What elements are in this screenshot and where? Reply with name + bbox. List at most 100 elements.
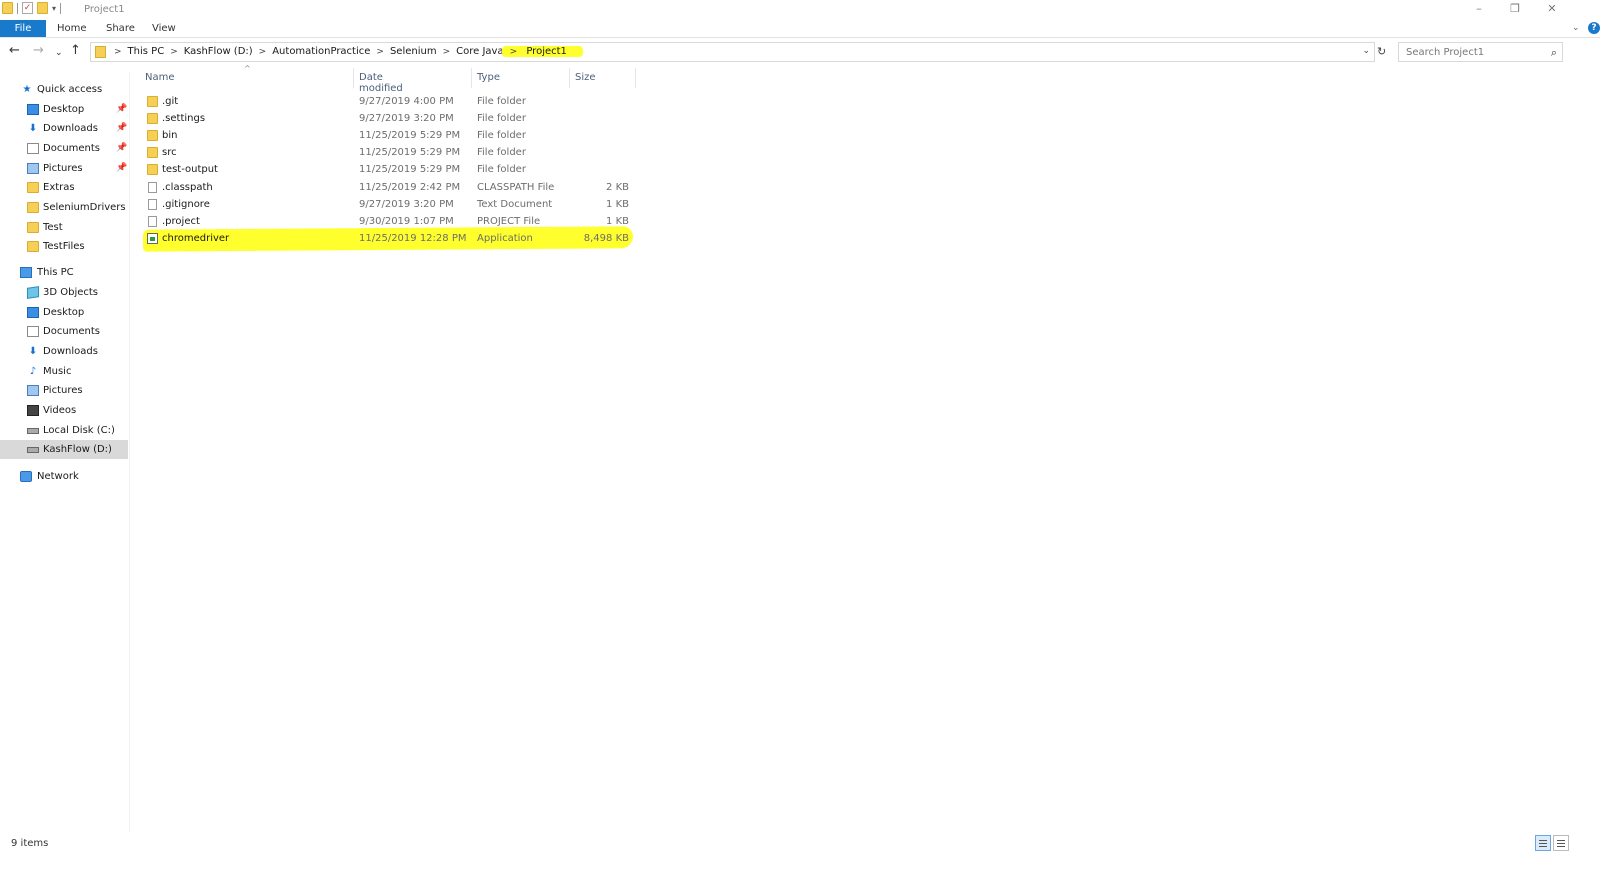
sidebar-item-label: Videos [43, 405, 77, 416]
file-name: .gitignore [162, 199, 210, 210]
sidebar-item-videos[interactable]: Videos [0, 401, 128, 420]
sort-indicator-icon: ^ [244, 64, 251, 73]
back-button[interactable]: ← [9, 44, 20, 58]
forward-button[interactable]: → [33, 44, 44, 58]
file-row[interactable]: src 11/25/2019 5:29 PM File folder [140, 144, 632, 161]
breadcrumb-project1[interactable]: Project1 [526, 46, 567, 57]
breadcrumb-separator: > [114, 46, 122, 57]
sidebar-item-kashflow-d[interactable]: KashFlow (D:) [0, 440, 128, 459]
sidebar-item-test[interactable]: Test [0, 218, 128, 237]
sidebar-item-network[interactable]: Network [0, 467, 128, 486]
pin-icon[interactable]: 📌 [116, 100, 127, 119]
sidebar-item-documents[interactable]: Documents 📌 [0, 139, 128, 158]
large-icons-view-button[interactable] [1553, 835, 1569, 851]
star-icon: ★ [22, 84, 32, 95]
sidebar-item-3d-objects[interactable]: 3D Objects [0, 283, 128, 302]
sidebar-item-pc-pictures[interactable]: Pictures [0, 381, 128, 400]
toolbar-divider [60, 2, 62, 14]
column-divider[interactable] [353, 68, 354, 88]
sidebar-item-music[interactable]: ♪ Music [0, 362, 128, 381]
file-row[interactable]: .gitignore 9/27/2019 3:20 PM Text Docume… [140, 196, 632, 213]
breadcrumb: > This PC > KashFlow (D:) > AutomationPr… [108, 46, 583, 57]
tab-view[interactable]: View [152, 20, 176, 37]
properties-icon[interactable]: ✓ [22, 2, 33, 14]
restore-button[interactable]: ❐ [1506, 2, 1524, 15]
local-disk-icon [27, 428, 39, 434]
title-bar: ✓ ▾ Project1 – ❐ ✕ [0, 0, 1600, 20]
sidebar-item-label: 3D Objects [43, 287, 99, 298]
file-row[interactable]: .classpath 11/25/2019 2:42 PM CLASSPATH … [140, 179, 632, 196]
file-row[interactable]: test-output 11/25/2019 5:29 PM File fold… [140, 161, 632, 178]
sidebar-item-pc-downloads[interactable]: ⬇ Downloads [0, 342, 128, 361]
tab-file[interactable]: File [0, 20, 46, 37]
customize-toolbar-dropdown-icon[interactable]: ▾ [52, 4, 56, 13]
file-row-chromedriver[interactable]: chromedriver 11/25/2019 12:28 PM Applica… [140, 230, 632, 247]
new-folder-icon[interactable] [37, 2, 48, 14]
tab-home[interactable]: Home [57, 20, 87, 37]
expand-ribbon-icon[interactable]: ⌄ [1572, 23, 1580, 33]
sidebar-item-seleniumdrivers[interactable]: SeleniumDrivers [0, 198, 128, 217]
sidebar-item-testfiles[interactable]: TestFiles [0, 237, 128, 256]
breadcrumb-separator[interactable]: > [170, 47, 178, 57]
pin-icon[interactable]: 📌 [116, 159, 127, 178]
close-button[interactable]: ✕ [1543, 2, 1561, 15]
column-divider[interactable] [471, 68, 472, 88]
breadcrumb-selenium[interactable]: Selenium [390, 46, 437, 57]
column-header-date-modified[interactable]: Date modified [359, 72, 403, 94]
sidebar-item-downloads[interactable]: ⬇ Downloads 📌 [0, 119, 128, 138]
search-input[interactable]: Search Project1 ⌕ [1398, 42, 1563, 62]
pictures-icon [27, 385, 39, 396]
column-header-size[interactable]: Size [575, 72, 596, 83]
sidebar-item-pc-documents[interactable]: Documents [0, 322, 128, 341]
file-date: 9/27/2019 3:20 PM [359, 113, 454, 124]
up-button[interactable]: ↑ [70, 44, 81, 58]
breadcrumb-separator[interactable]: > [510, 47, 518, 57]
breadcrumb-highlight: > Project1 [501, 46, 583, 57]
folder-icon [27, 222, 39, 233]
breadcrumb-core-java[interactable]: Core Java [456, 46, 503, 57]
text-file-icon [148, 199, 157, 210]
recent-locations-icon[interactable]: ⌄ [55, 46, 63, 60]
sidebar-item-pc-desktop[interactable]: Desktop [0, 303, 128, 322]
file-name: .git [162, 96, 179, 107]
file-row[interactable]: .project 9/30/2019 1:07 PM PROJECT File … [140, 213, 632, 230]
sidebar-item-quick-access[interactable]: ★ Quick access [0, 80, 128, 99]
sidebar-item-local-disk-c[interactable]: Local Disk (C:) [0, 421, 128, 440]
videos-icon [27, 405, 39, 416]
refresh-icon[interactable]: ↻ [1377, 45, 1386, 58]
tab-share[interactable]: Share [106, 20, 135, 37]
folder-icon [147, 130, 158, 141]
pin-icon[interactable]: 📌 [116, 139, 127, 158]
breadcrumb-automationpractice[interactable]: AutomationPractice [272, 46, 370, 57]
address-dropdown-icon[interactable]: ⌄ [1362, 46, 1370, 56]
file-type: File folder [477, 147, 526, 158]
pin-icon[interactable]: 📌 [116, 119, 127, 138]
sidebar-item-extras[interactable]: Extras [0, 178, 128, 197]
column-divider[interactable] [569, 68, 570, 88]
file-name: src [162, 147, 177, 158]
sidebar-item-this-pc[interactable]: This PC [0, 263, 128, 282]
breadcrumb-separator[interactable]: > [376, 47, 384, 57]
breadcrumb-this-pc[interactable]: This PC [128, 46, 165, 57]
search-icon[interactable]: ⌕ [1551, 46, 1557, 60]
address-bar[interactable]: > This PC > KashFlow (D:) > AutomationPr… [90, 42, 1375, 62]
sidebar-item-pictures[interactable]: Pictures 📌 [0, 159, 128, 178]
sidebar-item-desktop[interactable]: Desktop 📌 [0, 100, 128, 119]
file-row[interactable]: bin 11/25/2019 5:29 PM File folder [140, 127, 632, 144]
file-row[interactable]: .git 9/27/2019 4:00 PM File folder [140, 93, 632, 110]
details-view-button[interactable] [1535, 835, 1551, 851]
breadcrumb-kashflow-drive[interactable]: KashFlow (D:) [184, 46, 253, 57]
file-size: 1 KB [606, 199, 629, 210]
file-date: 9/27/2019 3:20 PM [359, 199, 454, 210]
sidebar-item-label: Desktop [43, 104, 85, 115]
breadcrumb-separator[interactable]: > [259, 47, 267, 57]
minimize-button[interactable]: – [1470, 2, 1488, 15]
column-header-name[interactable]: Name [145, 72, 175, 83]
breadcrumb-separator[interactable]: > [443, 47, 451, 57]
folder-icon[interactable] [2, 2, 13, 14]
help-icon[interactable]: ? [1588, 22, 1600, 34]
column-divider[interactable] [635, 68, 636, 88]
item-count: 9 items [11, 838, 49, 849]
column-header-type[interactable]: Type [477, 72, 500, 83]
file-row[interactable]: .settings 9/27/2019 3:20 PM File folder [140, 110, 632, 127]
